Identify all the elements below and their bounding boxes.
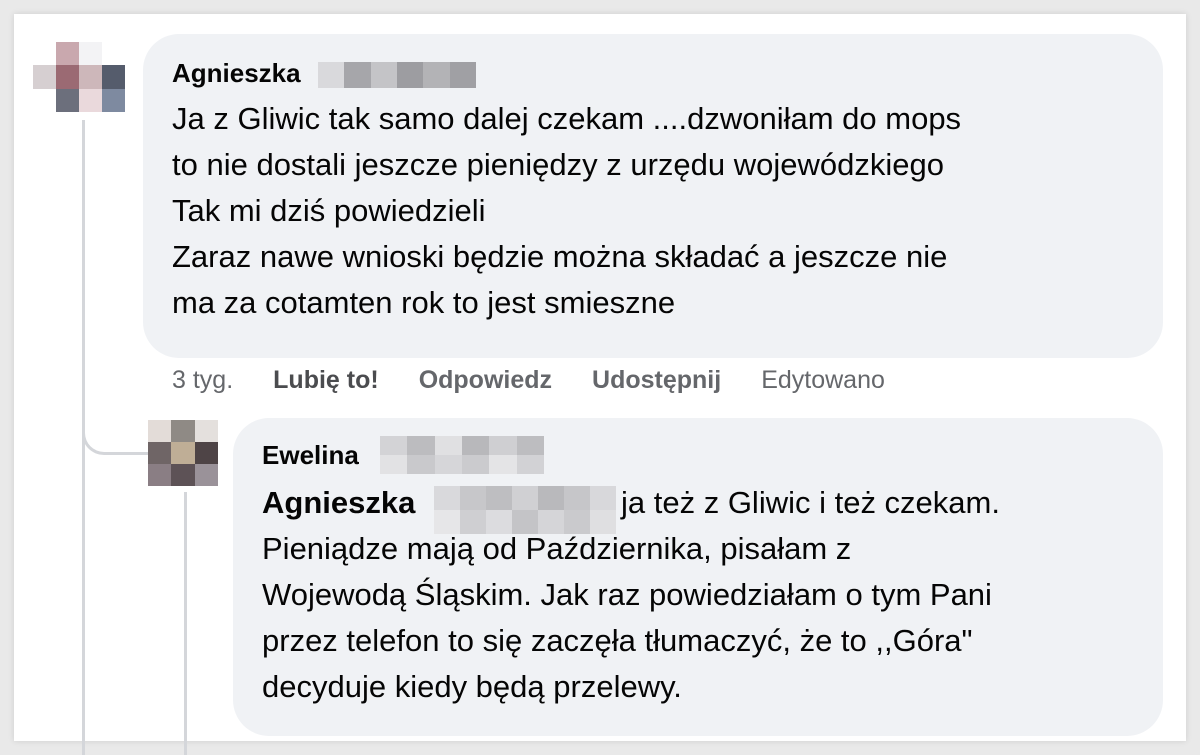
reply-line: Pieniądze mają od Października, pisałam … [262, 531, 852, 566]
reply-thread-line [184, 492, 187, 755]
avatar[interactable] [148, 420, 218, 486]
comment-author-name[interactable]: Agnieszka [172, 58, 301, 89]
redacted-surname [380, 436, 544, 474]
comment-line: Tak mi dziś powiedzieli [172, 193, 486, 228]
thread-connector-curve [82, 360, 150, 455]
comment-timestamp[interactable]: 3 tyg. [172, 366, 233, 402]
share-button[interactable]: Udostępnij [592, 366, 721, 402]
like-button[interactable]: Lubię to! [273, 366, 379, 402]
reply-line: przez telefon to się zaczęła tłumaczyć, … [262, 623, 973, 658]
reply-text-first-line: ja też z Gliwic i też czekam. [621, 485, 1000, 520]
comment-actions: 3 tyg. Lubię to! Odpowiedz Udostępnij Ed… [172, 366, 885, 402]
reply-button[interactable]: Odpowiedz [419, 366, 552, 402]
reply-text: Pieniądze mają od Października, pisałam … [262, 526, 992, 710]
comment-text: Ja z Gliwic tak samo dalej czekam ....dz… [172, 96, 961, 326]
reply-line: decyduje kiedy będą przelewy. [262, 669, 682, 704]
comment-line: Ja z Gliwic tak samo dalej czekam ....dz… [172, 101, 962, 136]
reply-author-name[interactable]: Ewelina [262, 440, 359, 471]
comment-line: to nie dostali jeszcze pieniędzy z urzęd… [172, 147, 944, 182]
mention-link[interactable]: Agnieszka [262, 480, 415, 526]
reply-line: Wojewodą Śląskim. Jak raz powiedziałam o… [262, 577, 992, 612]
comment-line: ma za cotamten rok to jest smieszne [172, 285, 676, 320]
avatar[interactable] [33, 42, 125, 112]
comment-line: Zaraz nawe wnioski będzie można składać … [172, 239, 948, 274]
redacted-surname [318, 62, 476, 88]
edited-label[interactable]: Edytowano [761, 366, 885, 402]
